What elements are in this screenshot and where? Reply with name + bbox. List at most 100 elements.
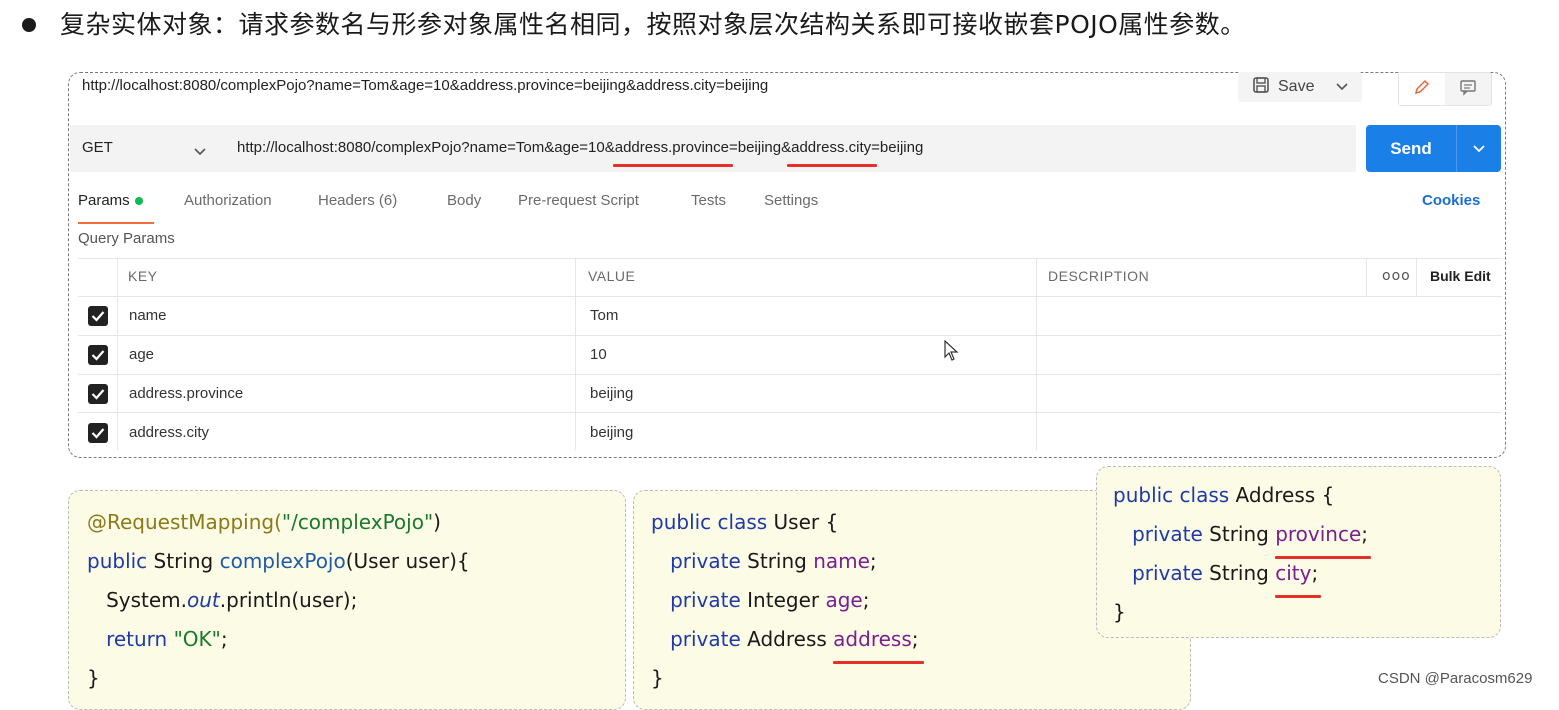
tab-tests[interactable]: Tests [691, 192, 726, 209]
bullet-dot [22, 18, 36, 32]
code-token: return [106, 627, 168, 651]
row-checkbox[interactable] [88, 423, 108, 443]
code-token: private [1132, 522, 1203, 546]
http-method-select[interactable]: GET [82, 139, 113, 156]
row-checkbox[interactable] [88, 384, 108, 404]
tab-body[interactable]: Body [447, 192, 481, 209]
code-token: private [670, 588, 741, 612]
code-token: Integer [740, 588, 826, 612]
code-token: province [1275, 522, 1362, 546]
cookies-link[interactable]: Cookies [1422, 192, 1480, 209]
bulk-edit-button[interactable]: Bulk Edit [1430, 268, 1491, 284]
param-key[interactable]: name [129, 307, 167, 324]
chevron-down-icon[interactable] [1336, 78, 1349, 96]
table-row-divider [78, 335, 1502, 336]
view-toggle-group [1398, 72, 1492, 106]
code-token: public class [651, 510, 768, 534]
request-title: http://localhost:8080/complexPojo?name=T… [82, 77, 769, 94]
table-border-top [78, 258, 1502, 259]
code-token: public class [1113, 483, 1230, 507]
column-header-description: DESCRIPTION [1048, 268, 1150, 284]
table-col-divider [117, 258, 118, 450]
param-value[interactable]: beijing [590, 385, 633, 402]
query-params-label: Query Params [78, 230, 175, 247]
url-province-text: address.province [614, 139, 729, 156]
tab-headers[interactable]: Headers (6) [318, 192, 397, 209]
url-part-end: =beijing [871, 139, 924, 156]
active-tab-indicator [78, 222, 154, 224]
code-token: ; [862, 588, 870, 612]
save-icon [1252, 76, 1270, 99]
row-checkbox[interactable] [88, 306, 108, 326]
code-token-underlined: city [1275, 561, 1322, 598]
code-token: private [670, 549, 741, 573]
code-token: "OK" [167, 627, 221, 651]
param-key[interactable]: age [129, 346, 154, 363]
url-part-province: address.province [612, 139, 733, 167]
code-token: (User user){ [345, 549, 470, 573]
tab-params[interactable]: Params [78, 192, 143, 209]
url-city-text: address.city [791, 139, 872, 156]
code-token: User { [767, 510, 839, 534]
save-button[interactable]: Save [1238, 72, 1362, 102]
code-token: Address [740, 627, 834, 651]
code-token: complexPojo [219, 549, 346, 573]
code-token: } [1113, 600, 1126, 624]
edit-pencil-button[interactable] [1399, 73, 1445, 105]
code-token: name [813, 549, 870, 573]
params-active-dot [134, 197, 143, 206]
address-class-code: public class Address { private String pr… [1113, 476, 1372, 632]
send-label: Send [1390, 138, 1432, 158]
code-token: private [670, 627, 741, 651]
check-icon [91, 389, 105, 400]
code-token: address [833, 627, 912, 651]
watermark-text: CSDN @Paracosm629 [1378, 670, 1533, 687]
param-key[interactable]: address.city [129, 424, 209, 441]
param-value[interactable]: 10 [590, 346, 607, 363]
code-token: @RequestMapping( [87, 510, 282, 534]
param-value[interactable]: beijing [590, 424, 633, 441]
chevron-down-icon[interactable] [194, 141, 206, 160]
code-token: ; [911, 627, 919, 651]
red-underline [787, 164, 878, 167]
red-underline [612, 164, 733, 167]
url-input[interactable]: http://localhost:8080/complexPojo?name=T… [237, 139, 924, 167]
page-heading: 复杂实体对象：请求参数名与形参对象属性名相同，按照对象层次结构关系即可接收嵌套P… [60, 10, 1246, 39]
code-token: private [1132, 561, 1203, 585]
tab-settings[interactable]: Settings [764, 192, 818, 209]
column-header-key: KEY [128, 268, 158, 284]
url-part-mid: =beijing& [728, 139, 792, 156]
check-icon [91, 428, 105, 439]
table-col-divider [1416, 258, 1417, 296]
mouse-cursor-icon [944, 339, 960, 366]
comments-button[interactable] [1445, 73, 1491, 105]
tab-params-label: Params [78, 192, 130, 209]
more-options-icon[interactable]: ooo [1382, 268, 1411, 284]
send-button[interactable]: Send [1366, 125, 1501, 172]
row-checkbox[interactable] [88, 345, 108, 365]
table-col-divider [575, 258, 576, 450]
check-icon [91, 350, 105, 361]
comment-icon [1459, 78, 1477, 100]
table-row-divider [78, 296, 1502, 297]
url-part-city: address.city [787, 139, 878, 167]
code-token: .println(user); [219, 588, 358, 612]
param-key[interactable]: address.province [129, 385, 243, 402]
code-token: } [651, 666, 664, 690]
table-col-divider [1366, 258, 1367, 296]
code-token: System. [106, 588, 188, 612]
code-token: ; [220, 627, 228, 651]
tab-authorization[interactable]: Authorization [184, 192, 272, 209]
code-token: city [1275, 561, 1312, 585]
table-col-divider [1036, 258, 1037, 450]
param-value[interactable]: Tom [590, 307, 618, 324]
code-token: out [187, 588, 220, 612]
code-token: String [147, 549, 220, 573]
check-icon [91, 311, 105, 322]
tab-prerequest-script[interactable]: Pre-request Script [518, 192, 639, 209]
code-token: } [87, 666, 100, 690]
table-row-divider [78, 412, 1502, 413]
code-token: ; [1361, 522, 1369, 546]
controller-code: @RequestMapping("/complexPojo") public S… [87, 503, 470, 698]
chevron-down-icon[interactable] [1457, 144, 1501, 153]
